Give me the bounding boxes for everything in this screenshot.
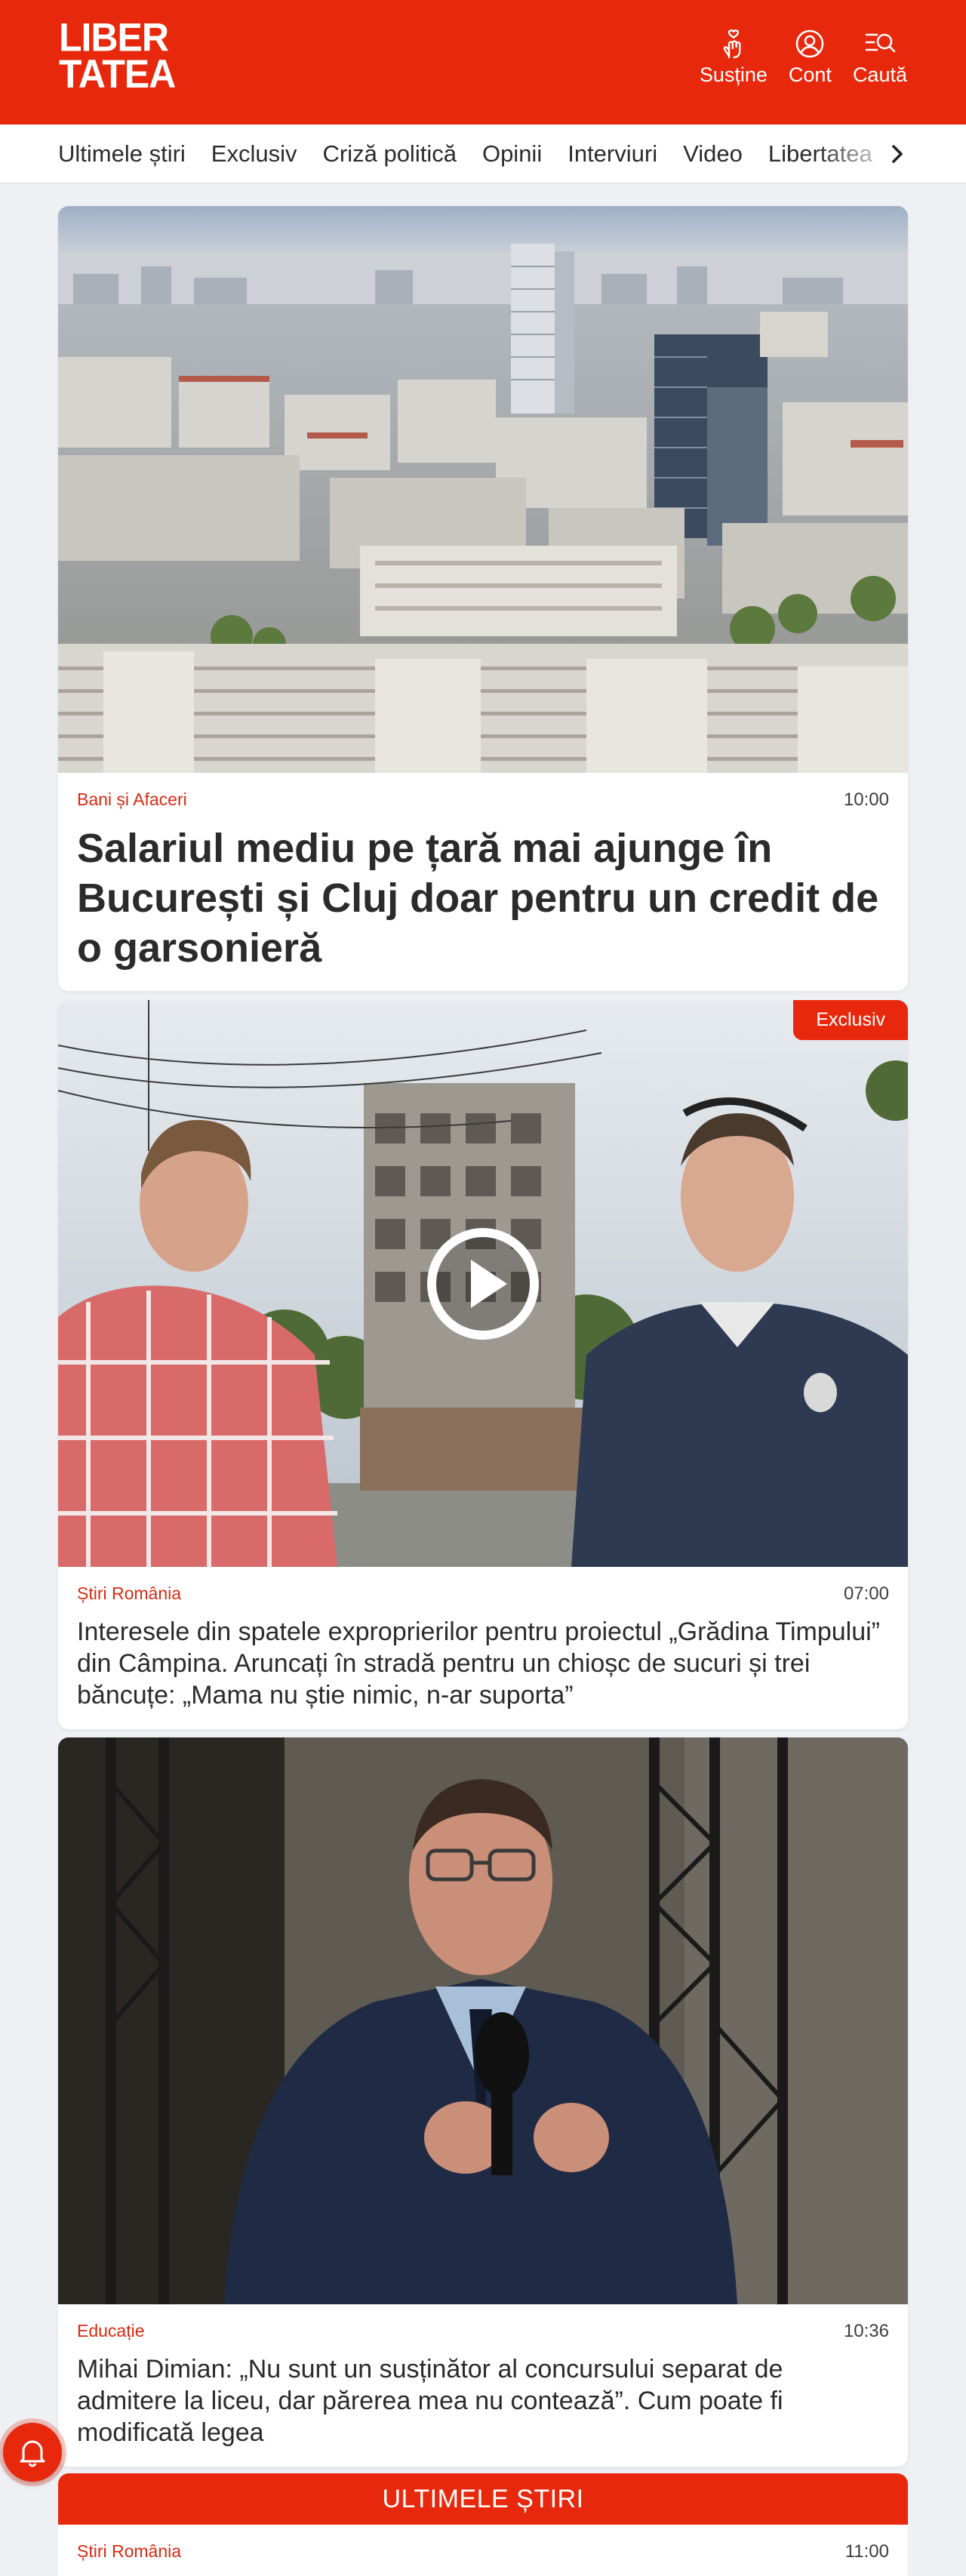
- article-body: Educație 10:36 Mihai Dimian: „Nu sunt un…: [58, 2304, 908, 2467]
- nav-item-latest[interactable]: Ultimele știri: [58, 140, 186, 168]
- article-category[interactable]: Educație: [77, 2321, 889, 2341]
- article-card[interactable]: Educație 10:36 Mihai Dimian: „Nu sunt un…: [58, 1737, 908, 2467]
- article-title[interactable]: Interesele din spatele exproprierilor pe…: [77, 1616, 889, 1711]
- support-label: Susține: [699, 63, 768, 86]
- article-card[interactable]: Bani și Afaceri 10:00 Salariul mediu pe …: [58, 206, 908, 991]
- search-button[interactable]: Caută: [853, 27, 907, 87]
- article-category[interactable]: Bani și Afaceri: [77, 789, 889, 810]
- latest-news-heading[interactable]: ULTIMELE ȘTIRI: [58, 2473, 908, 2525]
- support-button[interactable]: Susține: [700, 27, 768, 87]
- speaker-with-microphone-photo[interactable]: [58, 1737, 908, 2304]
- article-time: 07:00: [843, 1583, 889, 1604]
- nav-item-video[interactable]: Video: [683, 140, 743, 168]
- account-label: Cont: [788, 63, 832, 86]
- article-category[interactable]: Știri România: [77, 1583, 889, 1604]
- article-time: 11:00: [844, 2541, 889, 2562]
- article-image: [58, 206, 908, 773]
- nav-items: Ultimele știri Exclusiv Criză politică O…: [58, 125, 872, 183]
- search-menu-icon: [865, 33, 896, 53]
- article-image: [58, 1737, 908, 2304]
- nav-item-political-crisis[interactable]: Criză politică: [323, 140, 457, 168]
- article-body: Bani și Afaceri 10:00 Salariul mediu pe …: [58, 773, 908, 991]
- bell-icon: [20, 2440, 45, 2467]
- logo-line-1: LIBER: [59, 15, 169, 60]
- account-button[interactable]: Cont: [789, 27, 832, 87]
- header-actions: Susține Cont Caută: [700, 27, 907, 87]
- article-card[interactable]: Exclusiv Știri România 07:00 Interesele …: [58, 1000, 908, 1729]
- site-logo[interactable]: LIBER TATEA: [59, 15, 176, 97]
- article-time: 10:00: [843, 789, 889, 810]
- article-time: 10:36: [843, 2321, 889, 2341]
- site-header: LIBER TATEA Susține Cont Caută: [0, 0, 966, 125]
- category-nav: Ultimele știri Exclusiv Criză politică O…: [0, 125, 966, 183]
- play-icon[interactable]: [426, 1226, 540, 1341]
- article-category[interactable]: Știri România: [77, 2541, 889, 2562]
- video-thumbnail-two-men[interactable]: Exclusiv: [58, 1000, 908, 1567]
- chevron-right-icon[interactable]: [884, 141, 910, 167]
- nav-item-exclusive[interactable]: Exclusiv: [211, 140, 297, 168]
- article-body: Știri România 07:00 Interesele din spate…: [58, 1567, 908, 1729]
- article-title[interactable]: Salariul mediu pe țară mai ajunge în Buc…: [77, 823, 889, 973]
- hand-heart-icon: [723, 29, 741, 59]
- latest-news-section: ULTIMELE ȘTIRI Știri România 11:00: [58, 2473, 908, 2576]
- nav-item-opinions[interactable]: Opinii: [482, 140, 542, 168]
- exclusive-badge: Exclusiv: [793, 1000, 908, 1040]
- user-icon: [796, 29, 824, 58]
- article-title[interactable]: Mihai Dimian: „Nu sunt un susținător al …: [77, 2353, 889, 2448]
- latest-news-item[interactable]: Știri România 11:00: [58, 2525, 908, 2576]
- city-aerial-photo[interactable]: [58, 206, 908, 773]
- notification-button[interactable]: [3, 2423, 62, 2482]
- search-label: Caută: [852, 63, 907, 86]
- nav-item-interviews[interactable]: Interviuri: [568, 140, 657, 168]
- logo-line-2: TATEA: [59, 51, 176, 97]
